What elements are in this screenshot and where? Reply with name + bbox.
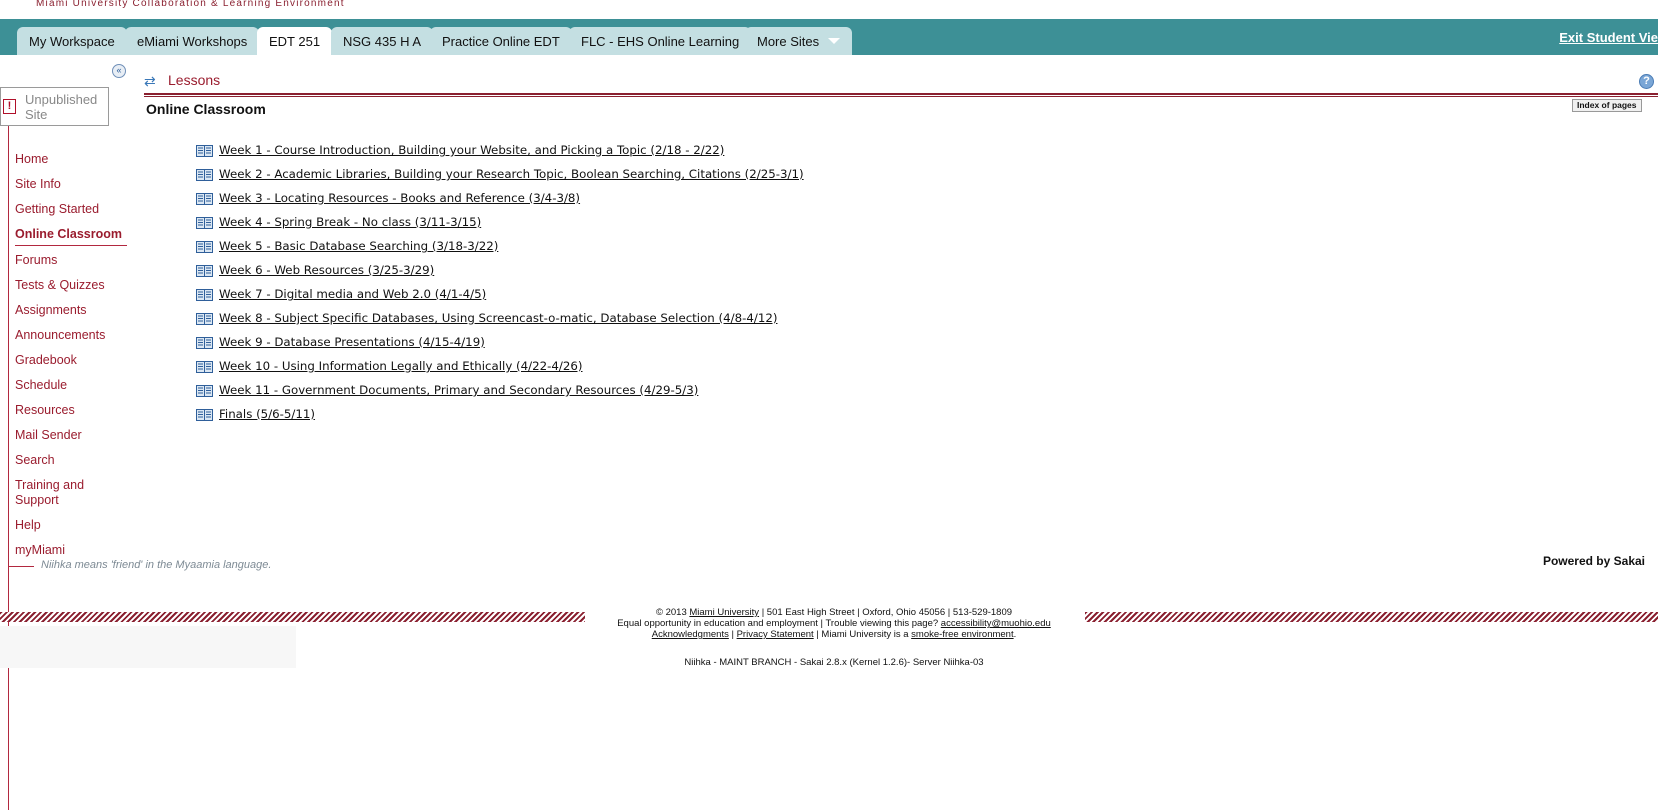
lesson-link[interactable]: Week 7 - Digital media and Web 2.0 (4/1-… — [219, 287, 486, 302]
lesson-link[interactable]: Week 11 - Government Documents, Primary … — [219, 383, 698, 398]
sidebar-item-home[interactable]: Home — [15, 152, 127, 167]
footer-separator: | — [728, 629, 737, 640]
brand-text: Miami University Collaboration & Learnin… — [36, 0, 345, 9]
site-tab-bar: My Workspace eMiami Workshops EDT 251 NS… — [0, 19, 1658, 55]
footer-period: . — [1013, 629, 1017, 640]
lesson-link[interactable]: Week 8 - Subject Specific Databases, Usi… — [219, 311, 777, 326]
server-info: Niihka - MAINT BRANCH - Sakai 2.8.x (Ker… — [684, 657, 984, 668]
title-divider — [144, 93, 1658, 95]
book-icon — [196, 168, 213, 181]
lesson-link[interactable]: Week 9 - Database Presentations (4/15-4/… — [219, 335, 485, 350]
tab-label: EDT 251 — [269, 34, 321, 49]
tab-label: My Workspace — [29, 34, 115, 49]
book-icon — [196, 264, 213, 277]
tool-menu: Home Site Info Getting Started Online Cl… — [15, 152, 127, 568]
address-text: | 501 East High Street | Oxford, Ohio 45… — [759, 607, 1013, 618]
left-divider — [8, 120, 9, 810]
tab-label: Practice Online EDT — [442, 34, 560, 49]
sidebar-item-forums[interactable]: Forums — [15, 253, 127, 268]
sidebar-item-schedule[interactable]: Schedule — [15, 378, 127, 393]
sidebar-item-gradebook[interactable]: Gradebook — [15, 353, 127, 368]
sidebar-item-mymiami[interactable]: myMiami — [15, 543, 127, 558]
lesson-link[interactable]: Week 4 - Spring Break - No class (3/11-3… — [219, 215, 481, 230]
help-icon[interactable]: ? — [1639, 74, 1654, 89]
sidebar-item-online-classroom[interactable]: Online Classroom — [15, 227, 127, 246]
book-icon — [196, 144, 213, 157]
lesson-link[interactable]: Week 10 - Using Information Legally and … — [219, 359, 583, 374]
book-icon — [196, 288, 213, 301]
copyright-text: © 2013 — [655, 607, 690, 618]
page-title: Online Classroom — [146, 101, 266, 117]
footer-fade — [0, 626, 296, 668]
book-icon — [196, 240, 213, 253]
sidebar-item-search[interactable]: Search — [15, 453, 127, 468]
book-icon — [196, 408, 213, 421]
tab-label: FLC - EHS Online Learning — [581, 34, 740, 49]
book-icon — [196, 216, 213, 229]
lesson-link[interactable]: Week 1 - Course Introduction, Building y… — [219, 143, 724, 158]
privacy-statement-link[interactable]: Privacy Statement — [737, 629, 814, 640]
book-icon — [196, 336, 213, 349]
tab-flc-ehs-online-learning[interactable]: FLC - EHS Online Learning — [569, 27, 752, 55]
sidebar-item-announcements[interactable]: Announcements — [15, 328, 127, 343]
collapse-sidebar-icon[interactable]: « — [112, 64, 126, 78]
lesson-link[interactable]: Finals (5/6-5/11) — [219, 407, 315, 422]
sidebar-item-assignments[interactable]: Assignments — [15, 303, 127, 318]
tab-label: NSG 435 H A — [343, 34, 422, 49]
sidebar-item-help[interactable]: Help — [15, 518, 127, 533]
unpublished-site-badge: ! Unpublished Site — [0, 87, 109, 126]
chevron-down-icon — [828, 37, 841, 44]
sidebar-item-mail-sender[interactable]: Mail Sender — [15, 428, 127, 443]
smoke-free-link[interactable]: smoke-free environment — [911, 629, 1013, 640]
footer-info: © 2013 Miami University | 501 East High … — [560, 607, 1108, 640]
book-icon — [196, 312, 213, 325]
miami-university-link[interactable]: Miami University — [689, 607, 759, 618]
footer-stripe-right — [1085, 612, 1658, 622]
accessibility-email-link[interactable]: accessibility@muohio.edu — [941, 618, 1051, 629]
lesson-link[interactable]: Week 5 - Basic Database Searching (3/18-… — [219, 239, 498, 254]
tool-title: Lessons — [168, 72, 221, 88]
tab-emiami-workshops[interactable]: eMiami Workshops — [125, 27, 260, 55]
tab-nsg-435-h-a[interactable]: NSG 435 H A — [331, 27, 434, 55]
lesson-link[interactable]: Week 3 - Locating Resources - Books and … — [219, 191, 580, 206]
title-divider-thin — [144, 96, 1658, 97]
reset-icon[interactable]: ⇄ — [144, 73, 156, 90]
lesson-link[interactable]: Week 6 - Web Resources (3/25-3/29) — [219, 263, 434, 278]
tab-edt-251[interactable]: EDT 251 — [257, 27, 333, 55]
sidebar-item-training-support[interactable]: Training and Support — [15, 478, 95, 508]
book-icon — [196, 384, 213, 397]
tab-my-workspace[interactable]: My Workspace — [17, 27, 127, 55]
unpublished-label: Unpublished Site — [25, 92, 98, 122]
exit-student-view-link[interactable]: Exit Student Vie — [1559, 30, 1658, 45]
equal-opportunity-text: Equal opportunity in education and emplo… — [617, 618, 941, 629]
acknowledgments-link[interactable]: Acknowledgments — [652, 629, 729, 640]
tab-label: More Sites — [757, 34, 820, 49]
sidebar-item-tests-quizzes[interactable]: Tests & Quizzes — [15, 278, 127, 293]
lesson-link[interactable]: Week 2 - Academic Libraries, Building yo… — [219, 167, 804, 182]
book-icon — [196, 192, 213, 205]
sidebar-item-getting-started[interactable]: Getting Started — [15, 202, 127, 217]
smoke-free-text: | Miami University is a — [813, 629, 912, 640]
footer-stripe-left — [0, 612, 585, 622]
sidebar-item-resources[interactable]: Resources — [15, 403, 127, 418]
niihka-tagline: Niihka means 'friend' in the Myaamia lan… — [41, 559, 272, 571]
warning-icon: ! — [3, 99, 16, 114]
powered-by-sakai: Powered by Sakai — [1542, 554, 1645, 568]
tab-more-sites[interactable]: More Sites — [745, 27, 853, 55]
tab-label: eMiami Workshops — [137, 34, 248, 49]
book-icon — [196, 360, 213, 373]
tab-practice-online-edt[interactable]: Practice Online EDT — [430, 27, 572, 55]
index-of-pages-button[interactable]: Index of pages — [1572, 99, 1642, 112]
sidebar-item-site-info[interactable]: Site Info — [15, 177, 127, 192]
